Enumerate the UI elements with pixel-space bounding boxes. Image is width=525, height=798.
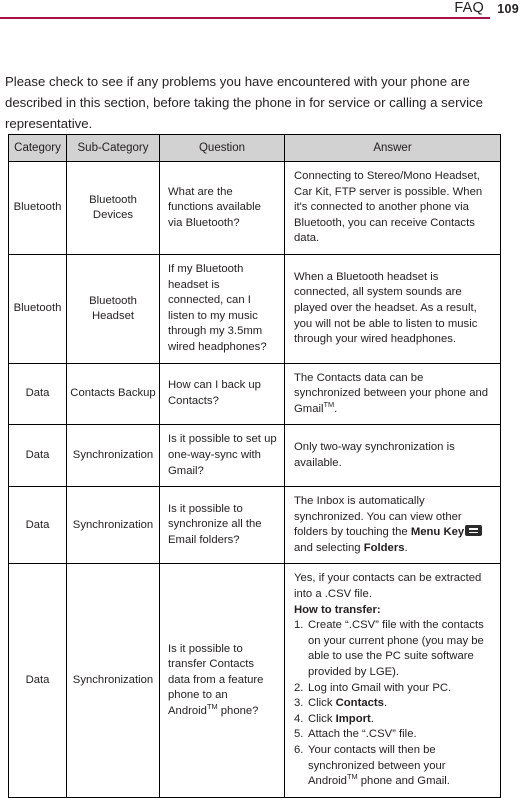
column-header-question: Question xyxy=(159,134,285,162)
cell-category: Data xyxy=(8,424,67,488)
cell-subcategory: Bluetooth Devices xyxy=(66,161,160,255)
list-item: 5. Attach the “.CSV” file. xyxy=(294,727,492,743)
table-row: Data Contacts Backup How can I back up C… xyxy=(8,362,501,426)
cell-answer: When a Bluetooth headset is connected, a… xyxy=(284,253,501,364)
intro-paragraph: Please check to see if any problems you … xyxy=(5,74,483,132)
cell-category: Bluetooth xyxy=(8,161,67,255)
step-text-suffix: phone and Gmail. xyxy=(357,775,450,788)
step-text-bold: Contacts xyxy=(335,697,384,710)
trademark-symbol: TM xyxy=(206,702,218,712)
step-text-bold: Import xyxy=(335,712,371,725)
column-header-category: Category xyxy=(8,134,67,162)
faq-table-head: Category Sub-Category Question Answer xyxy=(8,134,501,162)
cell-question: How can I back up Contacts? xyxy=(159,362,285,426)
list-item: 6. Your contacts will then be synchronize… xyxy=(294,743,492,790)
cell-subcategory: Contacts Backup xyxy=(66,362,160,426)
step-text: Click xyxy=(308,697,336,710)
cell-subcategory: Bluetooth Headset xyxy=(66,253,160,364)
step-text: Attach the “.CSV” file. xyxy=(308,728,417,741)
menu-key-icon xyxy=(465,525,483,537)
answer-intro: Yes, if your contacts can be extracted i… xyxy=(294,572,482,601)
answer-bold-folders: Folders xyxy=(363,541,405,554)
page-section-title: FAQ xyxy=(454,0,484,16)
cell-question: Is it possible to set up one-way-sync wi… xyxy=(159,424,285,488)
cell-answer: Only two-way synchronization is availabl… xyxy=(284,424,501,488)
trademark-symbol: TM xyxy=(323,399,335,409)
step-number: 6. xyxy=(294,744,304,756)
step-text: Log into Gmail with your PC. xyxy=(308,681,452,694)
cell-question: Is it possible to synchronize all the Em… xyxy=(159,486,285,565)
cell-answer: The Contacts data can be synchronized be… xyxy=(284,362,501,426)
cell-answer: Yes, if your contacts can be extracted i… xyxy=(284,563,501,798)
cell-subcategory: Synchronization xyxy=(66,563,160,798)
cell-answer: Connecting to Stereo/Mono Headset, Car K… xyxy=(284,161,501,255)
step-text: Create “.CSV” file with the contacts on … xyxy=(308,619,484,679)
trademark-symbol: TM xyxy=(346,772,358,782)
answer-heading: How to transfer: xyxy=(294,603,381,616)
step-number: 5. xyxy=(294,728,304,741)
cell-question: If my Bluetooth headset is connected, ca… xyxy=(159,253,285,364)
cell-question: What are the functions available via Blu… xyxy=(159,161,285,255)
answer-text-mid: and selecting xyxy=(294,541,364,554)
table-row: Bluetooth Bluetooth Headset If my Blueto… xyxy=(8,253,501,364)
header-rule xyxy=(0,17,490,19)
cell-subcategory: Synchronization xyxy=(66,424,160,488)
answer-step-list: 1. Create “.CSV” file with the contacts o… xyxy=(294,618,492,790)
step-text-suffix: . xyxy=(370,712,374,725)
page-header: FAQ 109 xyxy=(0,0,525,28)
faq-table: Category Sub-Category Question Answer Bl… xyxy=(8,134,501,798)
table-row: Bluetooth Bluetooth Devices What are the… xyxy=(8,161,501,255)
cell-category: Data xyxy=(8,362,67,426)
table-header-row: Category Sub-Category Question Answer xyxy=(8,134,501,162)
step-number: 1. xyxy=(294,619,304,632)
table-row: Data Synchronization Is it possible to t… xyxy=(8,563,501,798)
list-item: 3. Click Contacts. xyxy=(294,696,492,712)
faq-table-body: Bluetooth Bluetooth Devices What are the… xyxy=(8,161,501,798)
table-row: Data Synchronization Is it possible to s… xyxy=(8,486,501,565)
step-number: 2. xyxy=(294,681,304,694)
list-item: 1. Create “.CSV” file with the contacts o… xyxy=(294,618,492,680)
page-number: 109 xyxy=(497,2,519,16)
step-number: 4. xyxy=(294,712,304,725)
column-header-subcategory: Sub-Category xyxy=(66,134,160,162)
list-item: 4. Click Import. xyxy=(294,712,492,728)
cell-answer: The Inbox is automatically synchronized.… xyxy=(284,486,501,565)
answer-bold-menu-key: Menu Key xyxy=(410,526,465,539)
cell-category: Data xyxy=(8,486,67,565)
step-number: 3. xyxy=(294,697,304,710)
step-text-suffix: . xyxy=(383,697,388,710)
cell-subcategory: Synchronization xyxy=(66,486,160,565)
cell-category: Data xyxy=(8,563,67,798)
table-row: Data Synchronization Is it possible to s… xyxy=(8,424,501,488)
answer-text-tail: . xyxy=(404,541,408,554)
answer-text-tail: . xyxy=(334,402,338,415)
cell-category: Bluetooth xyxy=(8,253,67,364)
question-text-tail: phone? xyxy=(217,705,259,718)
list-item: 2. Log into Gmail with your PC. xyxy=(294,681,492,697)
cell-question: Is it possible to transfer Contacts data… xyxy=(159,563,285,798)
column-header-answer: Answer xyxy=(284,134,501,162)
step-text: Click xyxy=(308,712,336,725)
